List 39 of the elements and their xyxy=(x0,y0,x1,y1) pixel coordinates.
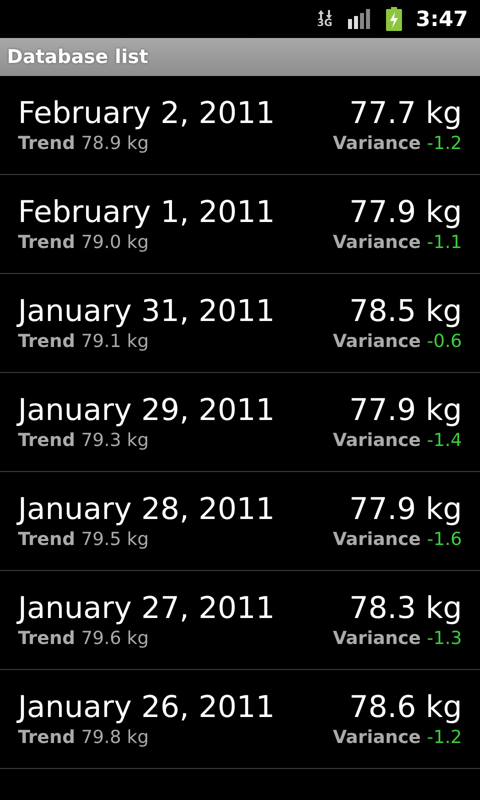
entry-date: January 28, 2011 xyxy=(18,492,275,527)
entry-weight: 77.9 kg xyxy=(349,492,462,527)
trend-text: Trend 79.3 kg xyxy=(18,430,149,451)
list-item[interactable]: February 2, 2011 77.7 kg Trend 78.9 kg Variance -1.2 xyxy=(0,76,480,175)
list-item[interactable]: February 1, 2011 77.9 kg Trend 79.0 kg Variance -1.1 xyxy=(0,175,480,274)
list-item[interactable]: January 31, 2011 78.5 kg Trend 79.1 kg Variance -0.6 xyxy=(0,274,480,373)
entry-date: January 27, 2011 xyxy=(18,591,275,626)
list-item[interactable]: January 28, 2011 77.9 kg Trend 79.5 kg Variance -1.6 xyxy=(0,472,480,571)
list-item[interactable]: January 29, 2011 77.9 kg Trend 79.3 kg Variance -1.4 xyxy=(0,373,480,472)
entry-date: January 31, 2011 xyxy=(18,294,275,329)
variance-text: Variance -1.2 xyxy=(332,133,462,154)
trend-text: Trend 78.9 kg xyxy=(18,133,149,154)
entry-date: January 29, 2011 xyxy=(18,393,275,428)
trend-text: Trend 79.5 kg xyxy=(18,529,149,550)
entry-date: January 26, 2011 xyxy=(18,690,275,725)
entry-date: February 1, 2011 xyxy=(18,195,275,230)
entry-weight: 77.9 kg xyxy=(349,393,462,428)
entry-weight: 78.3 kg xyxy=(349,591,462,626)
variance-text: Variance -1.3 xyxy=(332,628,462,649)
entry-date: February 2, 2011 xyxy=(18,96,275,131)
battery-charging-icon xyxy=(386,7,402,31)
variance-text: Variance -1.1 xyxy=(332,232,462,253)
entry-weight: 78.5 kg xyxy=(349,294,462,329)
variance-text: Variance -1.2 xyxy=(332,727,462,748)
entry-weight: 77.7 kg xyxy=(349,96,462,131)
entry-weight: 77.9 kg xyxy=(349,195,462,230)
trend-text: Trend 79.0 kg xyxy=(18,232,149,253)
title-text: Database list xyxy=(7,46,148,68)
variance-text: Variance -0.6 xyxy=(332,331,462,352)
trend-text: Trend 79.8 kg xyxy=(18,727,149,748)
trend-text: Trend 79.1 kg xyxy=(18,331,149,352)
entry-weight: 78.6 kg xyxy=(349,690,462,725)
list-item[interactable]: January 27, 2011 78.3 kg Trend 79.6 kg Variance -1.3 xyxy=(0,571,480,670)
clock-time: 3:47 xyxy=(416,7,468,31)
list-item[interactable]: January 26, 2011 78.6 kg Trend 79.8 kg Variance -1.2 xyxy=(0,670,480,769)
variance-text: Variance -1.4 xyxy=(332,430,462,451)
variance-text: Variance -1.6 xyxy=(332,529,462,550)
trend-text: Trend 79.6 kg xyxy=(18,628,149,649)
signal-icon xyxy=(348,9,372,29)
